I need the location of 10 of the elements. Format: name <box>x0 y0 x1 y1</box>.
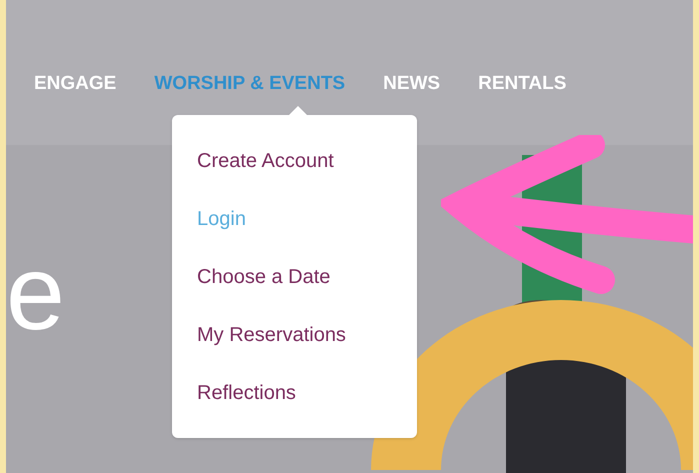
dropdown-item[interactable]: My Reservations <box>197 321 346 350</box>
dropdown-item[interactable]: Reflections <box>197 379 296 408</box>
nav-link[interactable]: NEWS <box>383 70 440 98</box>
dropdown-item[interactable]: Login <box>197 205 246 234</box>
nav-link[interactable]: RENTALS <box>478 70 566 98</box>
dropdown-item[interactable]: Choose a Date <box>197 263 330 292</box>
hero-heading: e <box>6 240 65 346</box>
nav-link[interactable]: WORSHIP & EVENTS <box>154 70 346 98</box>
dropdown-item[interactable]: Create Account <box>197 147 334 176</box>
nav-link[interactable]: ENGAGE <box>34 70 116 98</box>
